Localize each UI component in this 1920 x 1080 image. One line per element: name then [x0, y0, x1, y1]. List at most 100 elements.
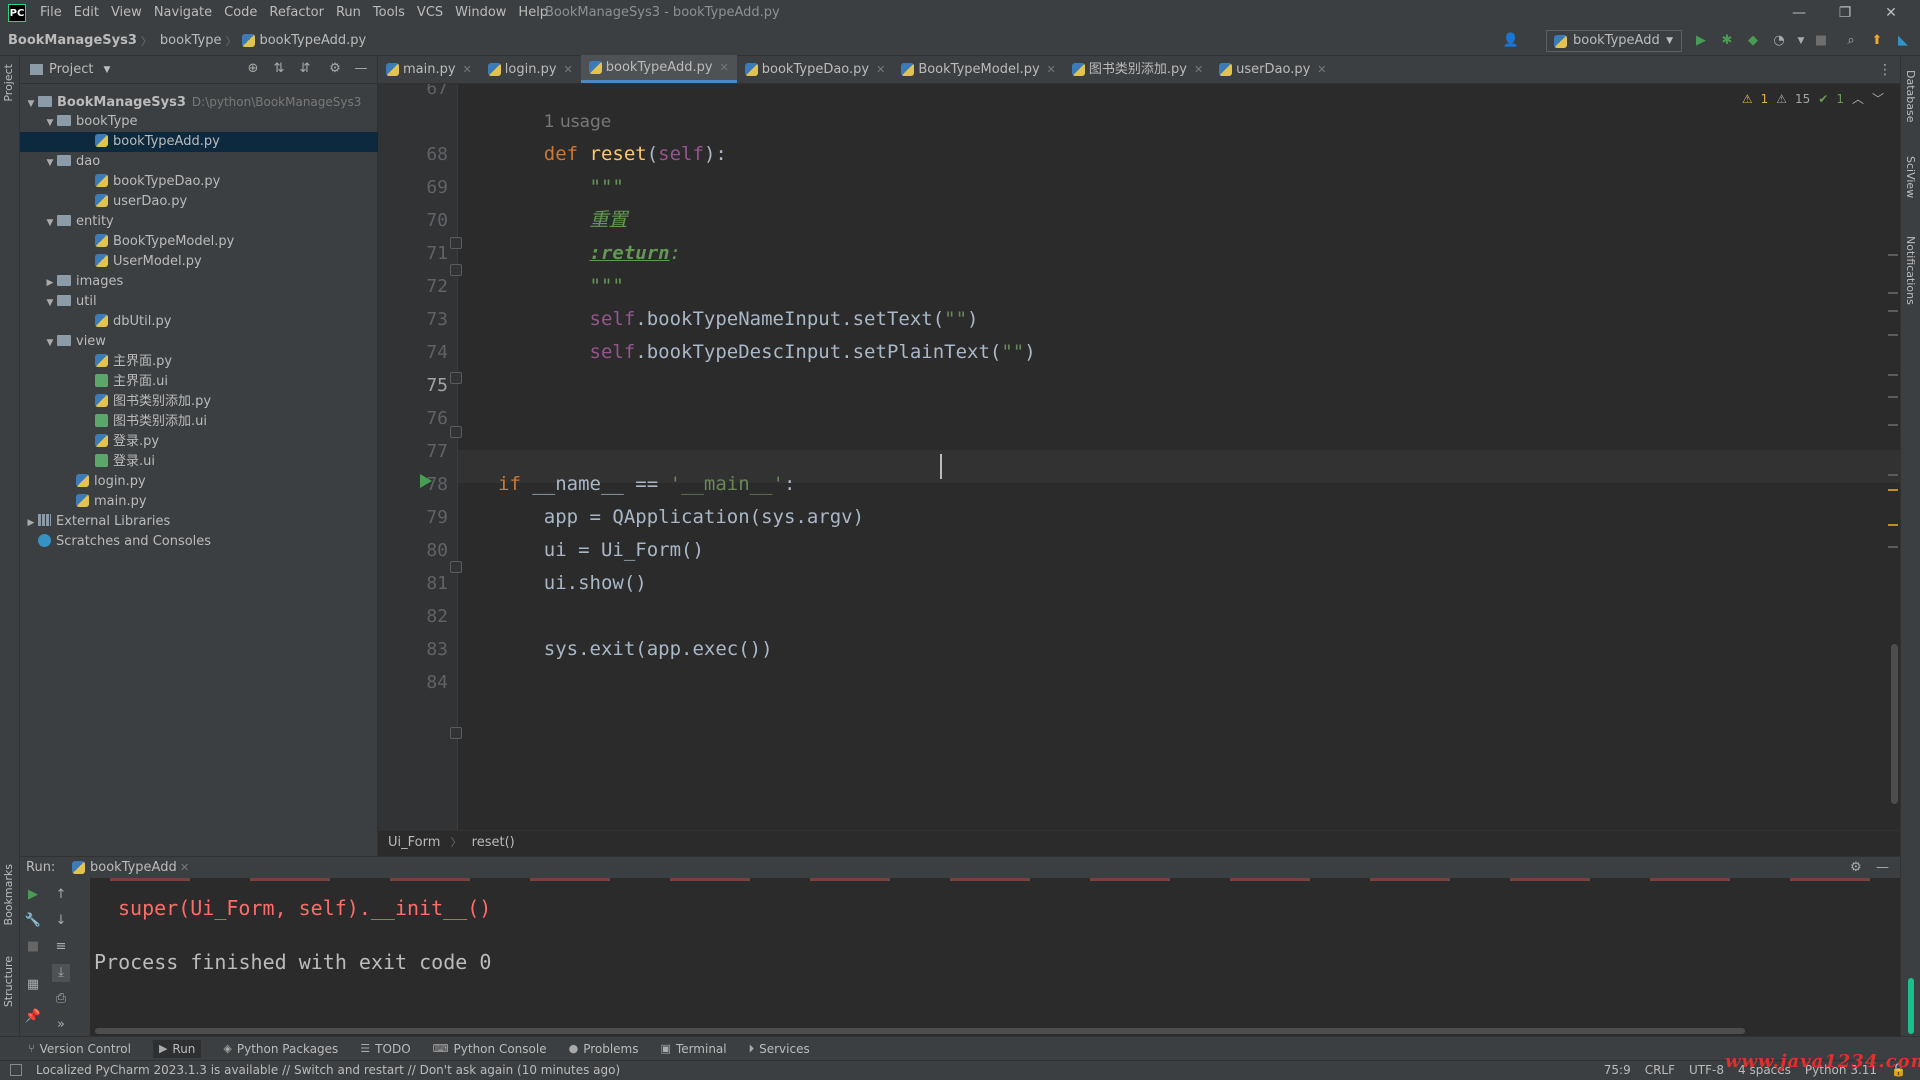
tree-item[interactable]: ▼ BookManageSys3 D:\python\BookManageSys3 [20, 92, 378, 112]
expand-all-icon[interactable]: ⇅ [270, 61, 288, 79]
code-line[interactable]: sys.exit(app.exec()) [544, 633, 773, 666]
tool-window-problems[interactable]: ● Problems [569, 1042, 639, 1056]
bookmarks-tool-tab[interactable]: Bookmarks [2, 864, 15, 925]
wrench-icon[interactable]: 🔧 [24, 912, 42, 930]
status-message[interactable]: Localized PyCharm 2023.1.3 is available … [36, 1061, 620, 1080]
chevron-right-icon[interactable]: ▶ [24, 513, 38, 533]
console-vertical-scrollbar[interactable] [1908, 978, 1914, 1034]
tool-window-version-control[interactable]: ⑂ Version Control [28, 1042, 131, 1056]
stop-button[interactable]: ■ [1812, 32, 1830, 50]
pin-icon[interactable]: 📌 [24, 1008, 42, 1026]
project-view-title[interactable]: Project [49, 62, 93, 77]
jetbrains-icon[interactable]: ◣ [1894, 32, 1912, 50]
inspection-widget[interactable]: ⚠ 1 ⚠ 15 ✔ 1 ︿ ﹀ [1742, 90, 1884, 107]
code-line[interactable]: ui = Ui_Form() [544, 534, 704, 567]
tree-item[interactable]: BookTypeModel.py [20, 232, 378, 252]
scroll-up-icon[interactable]: ↑ [52, 886, 70, 904]
editor-tab[interactable]: main.py ✕ [378, 55, 480, 83]
file-encoding[interactable]: UTF-8 [1689, 1061, 1724, 1080]
tree-item[interactable]: dbUtil.py [20, 312, 378, 332]
code-line[interactable]: def reset(self): [544, 138, 727, 171]
close-tab-icon[interactable]: ✕ [1317, 56, 1326, 83]
close-tab-icon[interactable]: ✕ [876, 56, 885, 83]
breadcrumb-file[interactable]: bookTypeAdd.py [257, 33, 370, 48]
tool-window-python-console[interactable]: ⌨ Python Console [433, 1042, 547, 1056]
menu-tools[interactable]: Tools [367, 0, 411, 26]
run-gutter-icon[interactable] [420, 474, 432, 488]
notifications-tool-tab[interactable]: Notifications [1904, 236, 1917, 305]
tree-item[interactable]: main.py [20, 492, 378, 512]
editor-tab[interactable]: bookTypeAdd.py ✕ [580, 55, 737, 83]
scroll-down-icon[interactable]: ↓ [52, 912, 70, 930]
run-tab-label[interactable]: bookTypeAdd [90, 857, 177, 879]
tree-item[interactable]: ▼ view [20, 332, 378, 352]
menu-code[interactable]: Code [218, 0, 263, 26]
tree-item[interactable]: login.py [20, 472, 378, 492]
tree-item[interactable]: ▼ entity [20, 212, 378, 232]
more-icon[interactable]: » [52, 1016, 70, 1034]
toggle-tool-windows-icon[interactable] [10, 1064, 22, 1076]
chevron-down-icon[interactable]: ▼ [43, 213, 57, 233]
code-line[interactable]: 重置 [590, 204, 628, 237]
editor-tab[interactable]: BookTypeModel.py ✕ [893, 55, 1064, 83]
sciview-tool-tab[interactable]: SciView [1904, 156, 1917, 198]
caret-position[interactable]: 75:9 [1604, 1061, 1631, 1080]
editor-vertical-scrollbar[interactable] [1891, 644, 1898, 804]
tool-window-terminal[interactable]: ▣ Terminal [661, 1042, 727, 1056]
chevron-down-icon[interactable]: ﹀ [1872, 90, 1884, 107]
code-line[interactable]: self.bookTypeNameInput.setText("") [590, 303, 979, 336]
tree-item[interactable]: 登录.py [20, 432, 378, 452]
chevron-down-icon[interactable]: ▼ [43, 333, 57, 353]
scroll-to-end-icon[interactable]: ⤓ [52, 964, 70, 982]
more-tabs-icon[interactable]: ⋮ [1878, 62, 1892, 78]
fold-marker-icon[interactable] [450, 426, 462, 438]
tool-window-todo[interactable]: ☰ TODO [360, 1042, 410, 1056]
breadcrumb-method[interactable]: reset() [472, 835, 515, 850]
close-window-button[interactable]: ✕ [1868, 0, 1914, 26]
tree-item[interactable]: 登录.ui [20, 452, 378, 472]
tree-item[interactable]: bookTypeAdd.py [20, 132, 378, 152]
tree-item[interactable]: 图书类别添加.ui [20, 412, 378, 432]
tree-item[interactable]: Scratches and Consoles [20, 532, 378, 552]
tree-item[interactable]: bookTypeDao.py [20, 172, 378, 192]
fold-marker-icon[interactable] [450, 561, 462, 573]
gear-icon[interactable]: ⚙ [326, 61, 344, 79]
minimize-button[interactable]: — [1776, 0, 1822, 26]
tree-item[interactable]: 主界面.py [20, 352, 378, 372]
tree-item[interactable]: ▼ dao [20, 152, 378, 172]
fold-marker-icon[interactable] [450, 264, 462, 276]
menu-navigate[interactable]: Navigate [148, 0, 218, 26]
coverage-button[interactable]: ◆ [1744, 32, 1762, 50]
soft-wrap-icon[interactable]: ≡ [52, 938, 70, 956]
chevron-down-icon[interactable]: ▼ [103, 65, 110, 75]
update-icon[interactable]: ⬆ [1868, 32, 1886, 50]
chevron-down-icon[interactable]: ▼ [43, 293, 57, 313]
tree-item[interactable]: ▶ images [20, 272, 378, 292]
code-line[interactable]: ui.show() [544, 567, 647, 600]
chevron-up-icon[interactable]: ︿ [1852, 90, 1864, 107]
profile-button[interactable]: ◔ [1770, 32, 1788, 50]
close-tab-icon[interactable]: ✕ [564, 56, 573, 83]
menu-view[interactable]: View [105, 0, 148, 26]
close-tab-icon[interactable]: ✕ [1047, 56, 1056, 83]
code-line[interactable]: self.bookTypeDescInput.setPlainText("") [590, 336, 1036, 369]
run-button[interactable]: ▶ [1692, 32, 1710, 50]
code-line[interactable]: """ [590, 171, 624, 204]
tree-item[interactable]: userDao.py [20, 192, 378, 212]
code-editor[interactable]: 67 68 69 70 71 72 73 74 75 76 77 78 79 80 81 82 83 84 1 u… [378, 84, 1900, 830]
user-icon[interactable]: 👤 [1502, 32, 1520, 50]
chevron-down-icon[interactable]: ▼ [24, 94, 38, 114]
search-everywhere-icon[interactable]: ⌕ [1842, 32, 1860, 50]
restore-button[interactable]: ❐ [1822, 0, 1868, 26]
breadcrumb-folder[interactable]: bookType [152, 33, 226, 48]
structure-tool-tab[interactable]: Structure [2, 956, 15, 1007]
close-tab-icon[interactable]: ✕ [180, 857, 189, 879]
debug-button[interactable]: ✱ [1718, 32, 1736, 50]
tool-window-run[interactable]: ▶ Run [152, 1039, 202, 1058]
breadcrumb-class[interactable]: Ui_Form [388, 835, 440, 850]
fold-marker-icon[interactable] [450, 237, 462, 249]
menu-window[interactable]: Window [449, 0, 512, 26]
menu-run[interactable]: Run [330, 0, 367, 26]
tree-item[interactable]: ▼ bookType [20, 112, 378, 132]
editor-tab[interactable]: bookTypeDao.py ✕ [737, 55, 894, 83]
